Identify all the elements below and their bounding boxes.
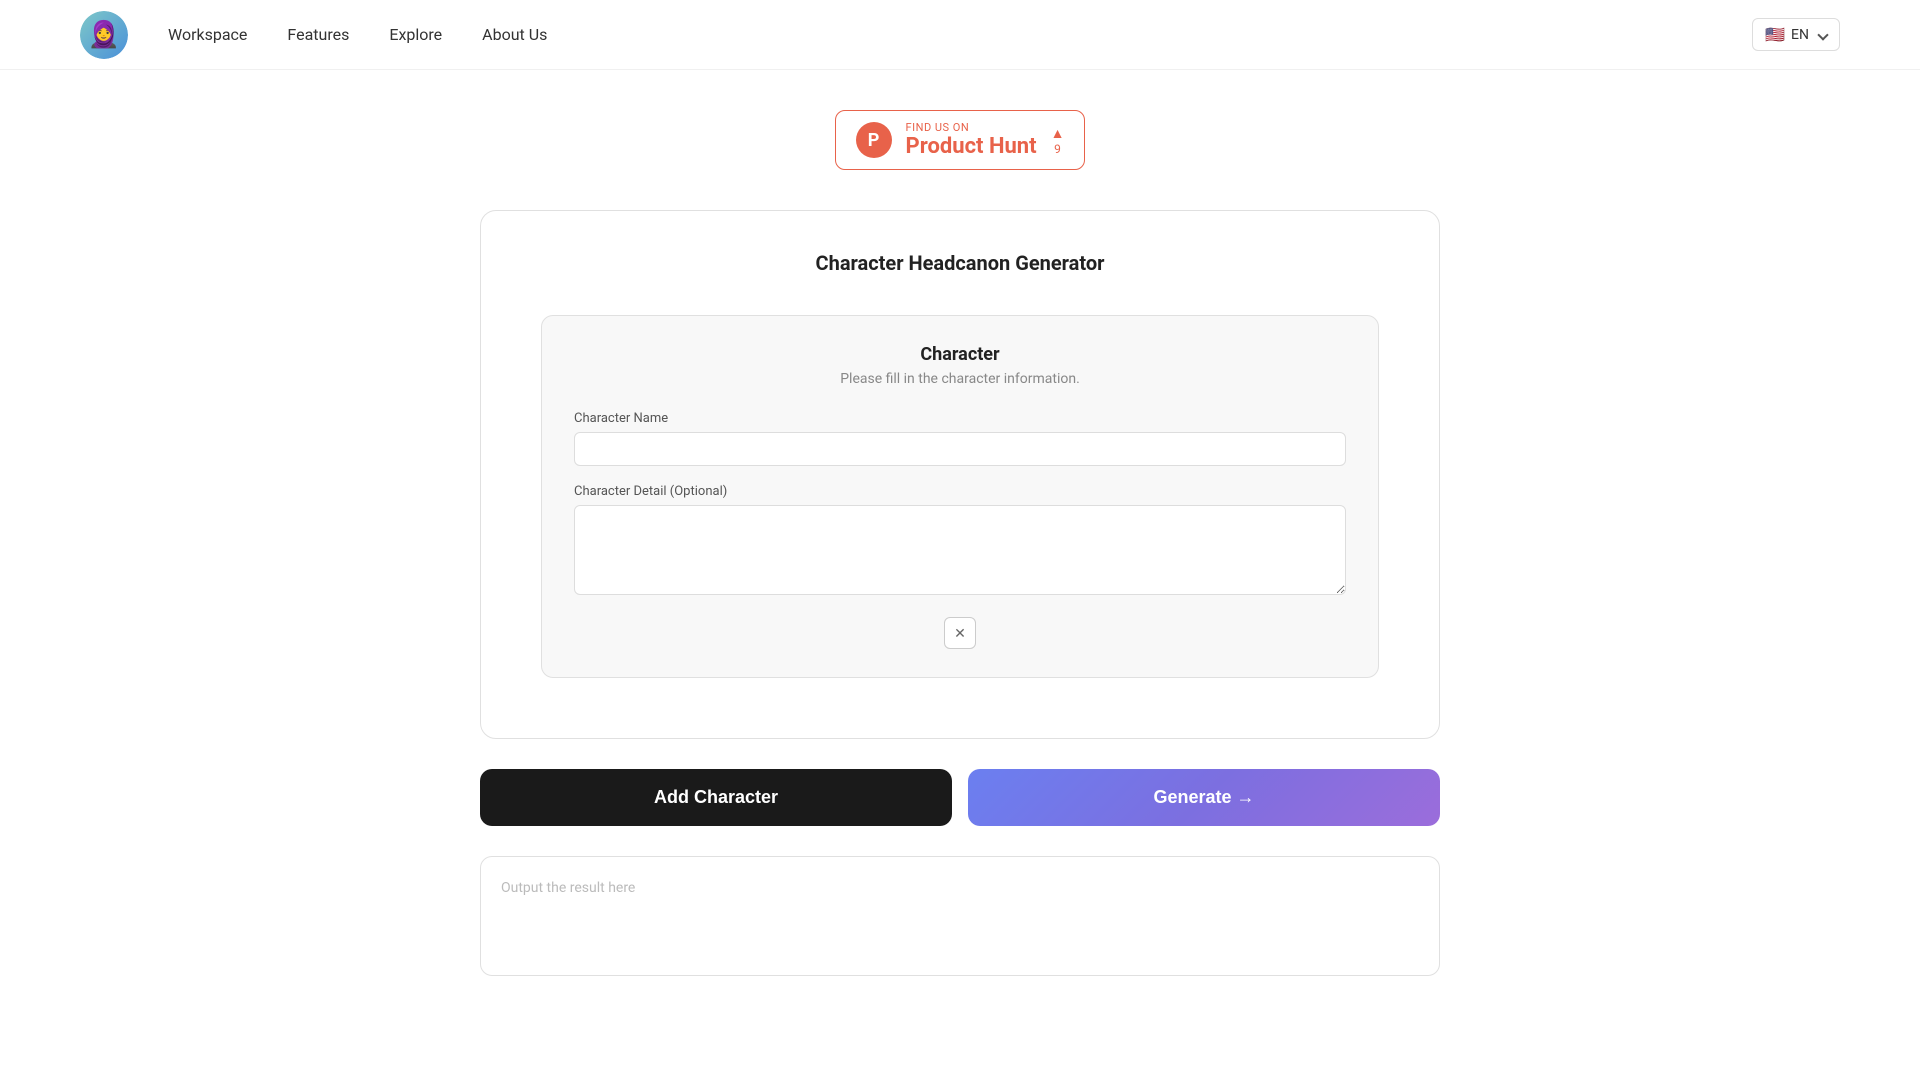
generator-container: Character Headcanon Generator Character … bbox=[480, 210, 1440, 739]
character-detail-textarea[interactable] bbox=[574, 505, 1346, 595]
remove-button-container: ✕ bbox=[574, 617, 1346, 649]
remove-character-button[interactable]: ✕ bbox=[944, 617, 976, 649]
character-card-title: Character bbox=[574, 344, 1346, 365]
flag-icon: 🇺🇸 bbox=[1765, 25, 1785, 44]
character-name-label: Character Name bbox=[574, 411, 1346, 426]
product-hunt-name: Product Hunt bbox=[906, 134, 1037, 159]
chevron-down-icon bbox=[1817, 29, 1828, 40]
nav-links: Workspace Features Explore About Us bbox=[168, 25, 1752, 44]
nav-features[interactable]: Features bbox=[287, 25, 349, 44]
character-name-group: Character Name bbox=[574, 411, 1346, 466]
product-hunt-icon: P bbox=[856, 122, 892, 158]
close-icon: ✕ bbox=[954, 625, 966, 642]
nav-workspace[interactable]: Workspace bbox=[168, 25, 247, 44]
vote-arrow-icon: ▲ bbox=[1051, 125, 1065, 142]
logo[interactable]: 🧕 bbox=[80, 11, 128, 59]
main-content: P FIND US ON Product Hunt ▲ 9 Character … bbox=[0, 70, 1920, 1016]
action-buttons: Add Character Generate → bbox=[480, 769, 1440, 826]
generate-button[interactable]: Generate → bbox=[968, 769, 1440, 826]
nav-about-us[interactable]: About Us bbox=[482, 25, 547, 44]
output-placeholder: Output the result here bbox=[501, 880, 635, 896]
character-name-input[interactable] bbox=[574, 432, 1346, 466]
generator-title: Character Headcanon Generator bbox=[541, 251, 1379, 275]
character-detail-label: Character Detail (Optional) bbox=[574, 484, 1346, 499]
nav-explore[interactable]: Explore bbox=[389, 25, 442, 44]
product-hunt-badge[interactable]: P FIND US ON Product Hunt ▲ 9 bbox=[835, 110, 1086, 170]
find-us-label: FIND US ON bbox=[906, 121, 1037, 134]
lang-code: EN bbox=[1791, 27, 1809, 43]
add-character-button[interactable]: Add Character bbox=[480, 769, 952, 826]
product-hunt-text: FIND US ON Product Hunt bbox=[906, 121, 1037, 159]
navbar: 🧕 Workspace Features Explore About Us 🇺🇸… bbox=[0, 0, 1920, 70]
vote-count: 9 bbox=[1054, 142, 1061, 156]
output-container: Output the result here bbox=[480, 856, 1440, 976]
character-detail-group: Character Detail (Optional) bbox=[574, 484, 1346, 599]
logo-icon: 🧕 bbox=[80, 11, 128, 59]
product-hunt-vote: ▲ 9 bbox=[1051, 125, 1065, 156]
language-selector[interactable]: 🇺🇸 EN bbox=[1752, 18, 1840, 51]
character-card-subtitle: Please fill in the character information… bbox=[574, 371, 1346, 387]
character-card: Character Please fill in the character i… bbox=[541, 315, 1379, 678]
